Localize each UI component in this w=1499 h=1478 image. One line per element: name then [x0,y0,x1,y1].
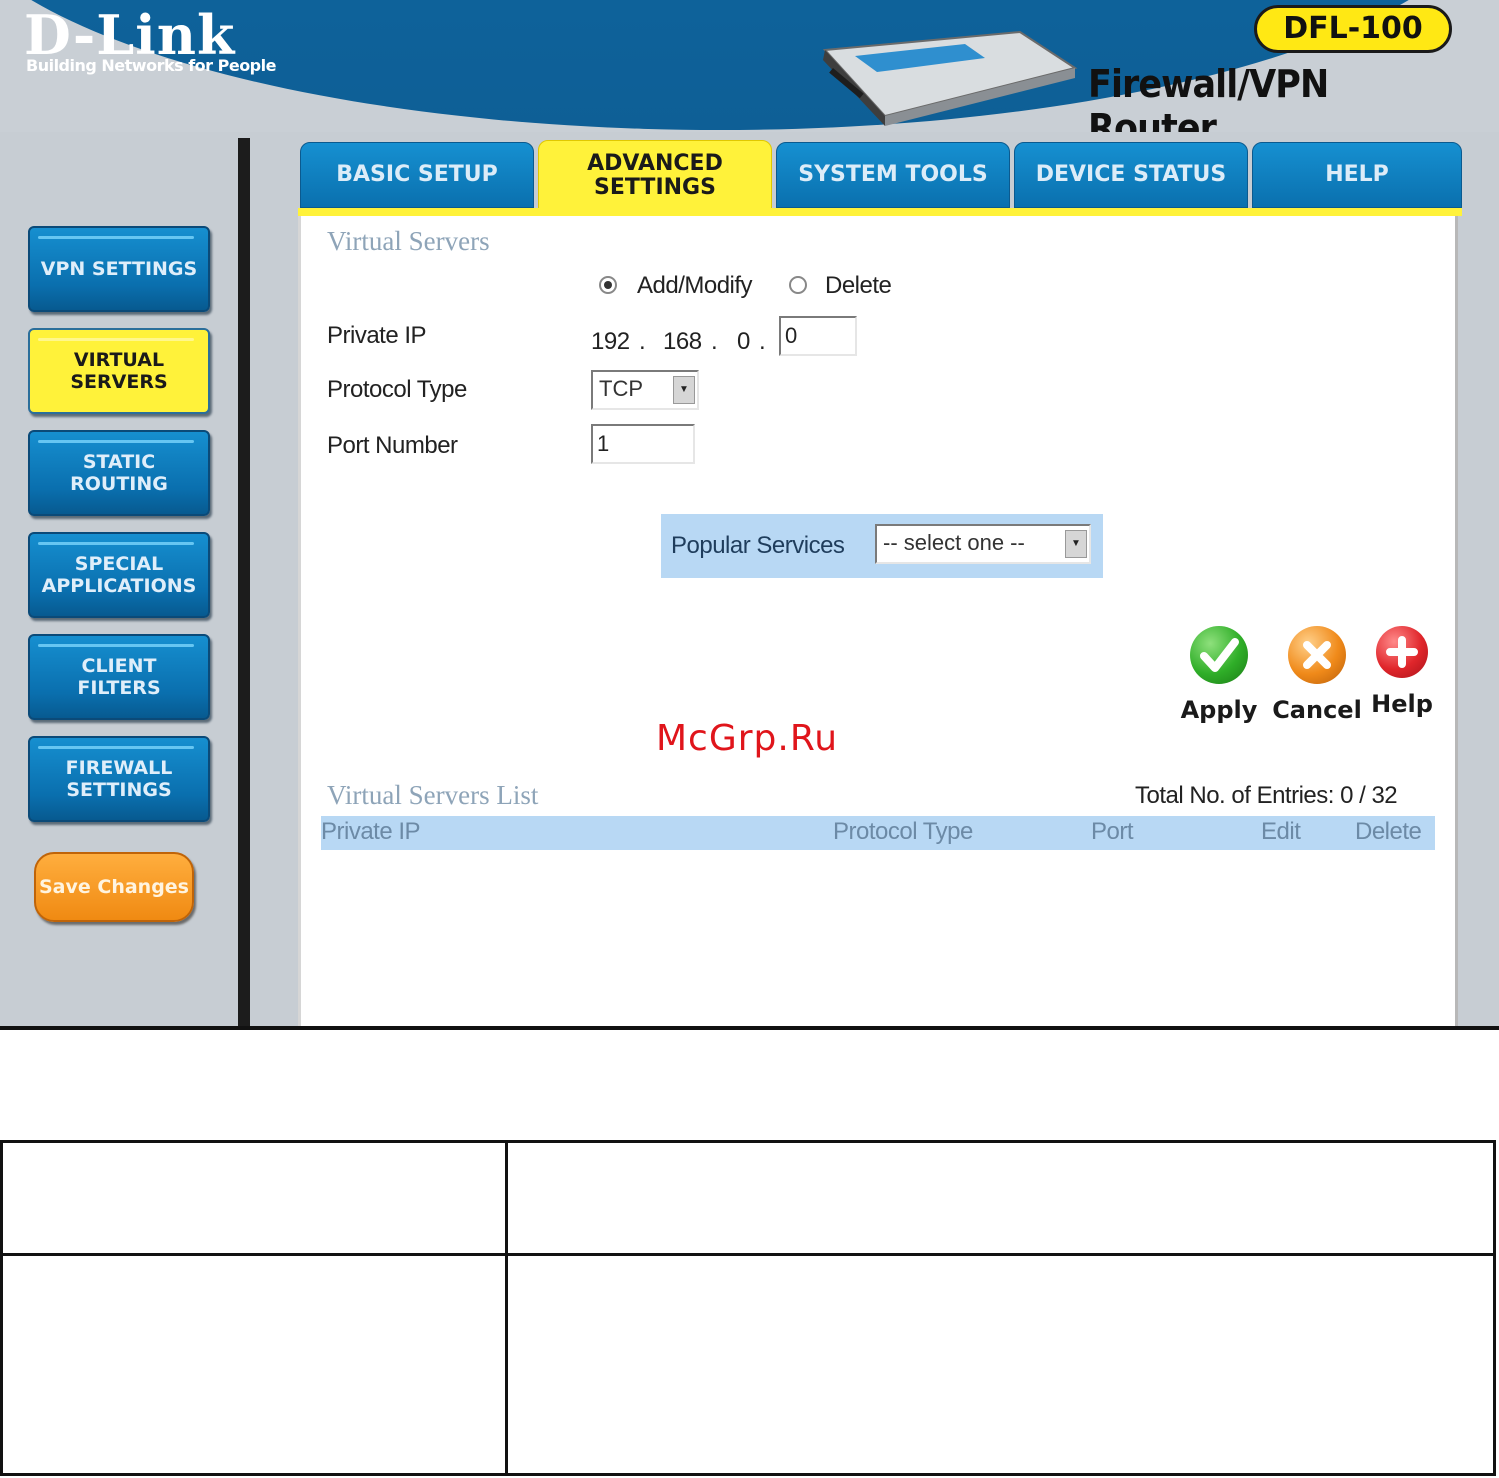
tab-advanced-settings[interactable]: ADVANCED SETTINGS [538,140,772,212]
sidebar-item-virtual-servers[interactable]: VIRTUAL SERVERS [28,328,210,414]
private-ip-label: Private IP [327,322,427,349]
popular-services-label: Popular Services [671,532,845,559]
table-cell [505,1140,1496,1256]
dlink-logo: D-Link [24,3,236,67]
tab-underline [298,208,1462,216]
header-banner: D-Link Building Networks for People DFL-… [0,0,1499,132]
tab-help[interactable]: HELP [1252,142,1462,208]
description-table [0,1140,1496,1476]
table-cell [505,1253,1496,1476]
cancel-label: Cancel [1272,696,1362,724]
chevron-down-icon: ▼ [1065,530,1087,558]
col-protocol-type: Protocol Type [833,818,973,845]
tab-basic-setup[interactable]: BASIC SETUP [300,142,534,208]
check-icon [1190,626,1248,684]
chevron-down-icon: ▼ [673,376,695,404]
virtual-servers-list-title: Virtual Servers List [327,780,539,810]
delete-label: Delete [825,272,892,299]
sidebar-item-vpn-settings[interactable]: VPN SETTINGS [28,226,210,312]
protocol-type-value: TCP [599,376,643,401]
add-modify-label: Add/Modify [637,272,753,299]
tab-device-status[interactable]: DEVICE STATUS [1014,142,1248,208]
add-modify-radio[interactable] [599,276,617,294]
watermark: McGrp.Ru [656,718,839,759]
apply-label: Apply [1180,696,1258,724]
ip-octet-1: 192 [591,328,630,355]
table-row [0,1253,1496,1476]
router-admin-screenshot: D-Link Building Networks for People DFL-… [0,0,1499,1030]
help-label: Help [1371,690,1433,718]
product-name: Firewall/VPN Router [1088,62,1329,132]
router-product-image [822,30,1078,126]
port-number-label: Port Number [327,432,458,459]
col-delete: Delete [1355,818,1422,845]
delete-radio[interactable] [789,276,807,294]
virtual-servers-title: Virtual Servers [327,226,490,256]
logo-tagline: Building Networks for People [26,56,276,75]
list-header: Private IP Protocol Type Port Edit Delet… [321,816,1435,850]
table-row [0,1140,1496,1256]
popular-services-panel: Popular Services -- select one -- ▼ [661,514,1103,578]
entries-count: Total No. of Entries: 0 / 32 [1135,782,1398,809]
save-changes-button[interactable]: Save Changes [34,852,194,922]
private-ip-last-octet-input[interactable]: 0 [779,316,857,356]
plus-icon [1376,626,1428,678]
col-port: Port [1091,818,1134,845]
ip-octet-2: 168 [663,328,702,355]
tab-system-tools[interactable]: SYSTEM TOOLS [776,142,1010,208]
content-panel: Virtual Servers Add/Modify Delete Privat… [298,216,1458,1028]
table-cell [0,1140,508,1256]
ip-octet-3: 0 [737,328,750,355]
col-private-ip: Private IP [321,818,421,845]
ip-separator: . [639,328,646,355]
popular-services-value: -- select one -- [883,530,1025,555]
sidebar-divider [238,138,250,1028]
table-cell [0,1253,508,1476]
ip-separator: . [759,328,766,355]
sidebar-item-client-filters[interactable]: CLIENT FILTERS [28,634,210,720]
port-number-input[interactable]: 1 [591,424,695,464]
ip-separator: . [711,328,718,355]
popular-services-select[interactable]: -- select one -- ▼ [875,524,1091,564]
cancel-button[interactable]: Cancel [1269,626,1365,724]
help-button[interactable]: Help [1367,626,1437,718]
sidebar-item-special-applications[interactable]: SPECIAL APPLICATIONS [28,532,210,618]
protocol-type-label: Protocol Type [327,376,467,403]
x-icon [1288,626,1346,684]
protocol-type-select[interactable]: TCP ▼ [591,370,699,410]
model-badge: DFL-100 [1254,5,1452,53]
sidebar-item-static-routing[interactable]: STATIC ROUTING [28,430,210,516]
apply-button[interactable]: Apply [1177,626,1261,724]
col-edit: Edit [1261,818,1301,845]
screenshot-bottom-rule [0,1026,1499,1030]
sidebar-item-firewall-settings[interactable]: FIREWALL SETTINGS [28,736,210,822]
